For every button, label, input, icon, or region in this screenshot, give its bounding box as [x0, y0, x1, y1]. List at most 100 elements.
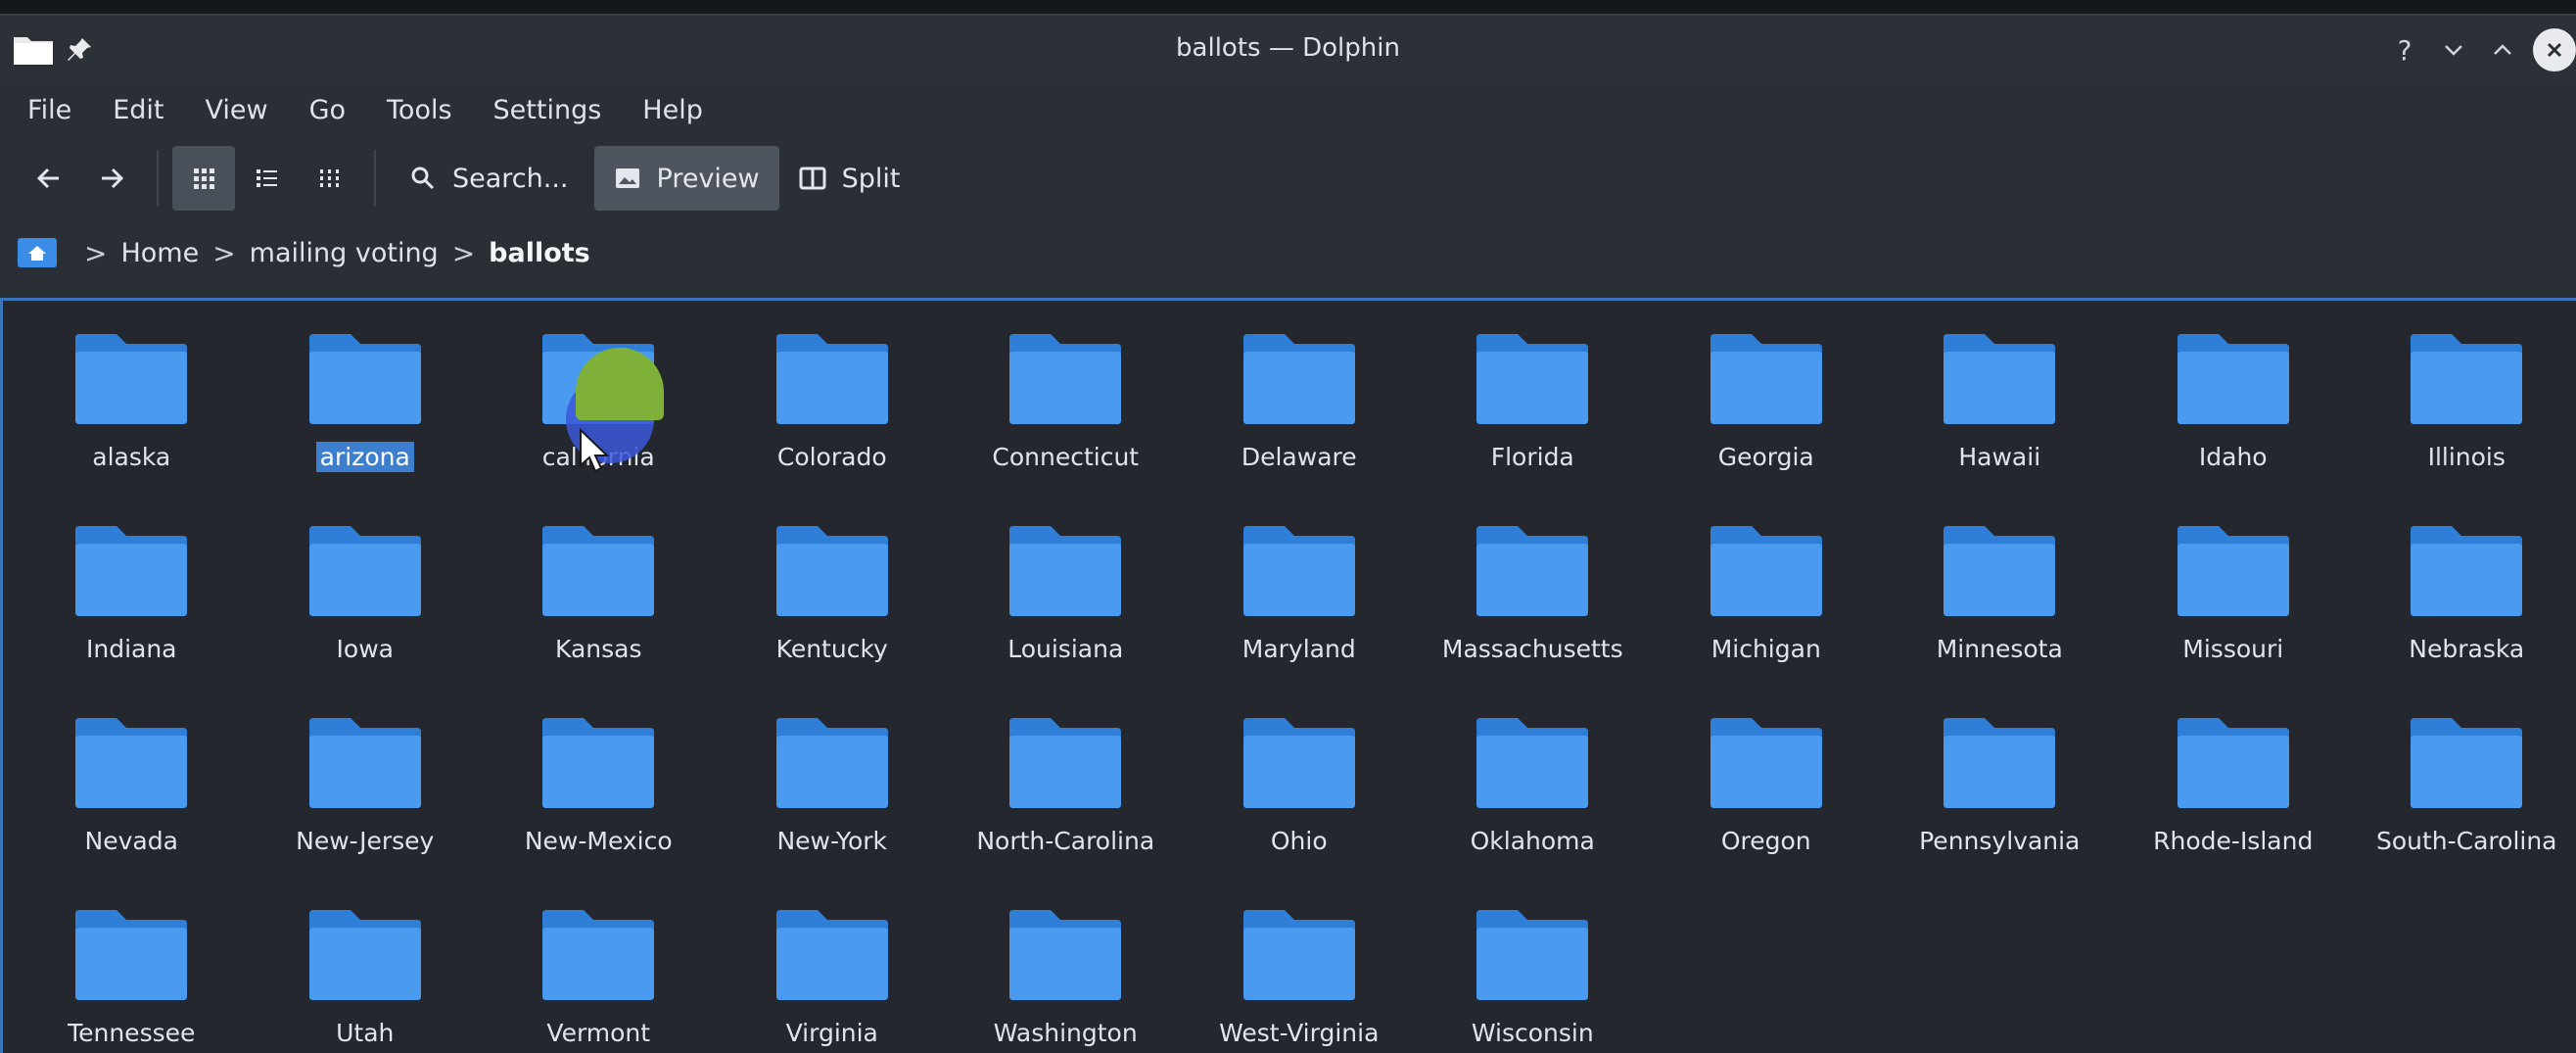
help-icon: ? — [2397, 33, 2412, 67]
folder-icon — [308, 334, 421, 424]
split-view-icon — [799, 167, 826, 190]
breadcrumb-current[interactable]: ballots — [489, 238, 590, 268]
folder-item[interactable]: Indiana — [15, 522, 249, 714]
folder-item[interactable]: Washington — [949, 906, 1183, 1053]
folder-icon — [2411, 718, 2523, 808]
folder-item[interactable]: Rhode-Island — [2117, 714, 2351, 906]
folder-icon-wrap — [1240, 522, 1359, 620]
folder-label: Kentucky — [775, 635, 888, 663]
folder-item[interactable]: Oregon — [1650, 714, 1884, 906]
folder-item[interactable]: Connecticut — [949, 330, 1183, 522]
folder-item[interactable]: New-York — [716, 714, 950, 906]
folder-item[interactable]: Massachusetts — [1416, 522, 1650, 714]
folder-label: Ohio — [1270, 827, 1328, 855]
folder-icon — [2411, 334, 2523, 424]
breadcrumb-separator: > — [451, 236, 476, 269]
folder-icon-wrap — [1940, 714, 2059, 812]
folder-icon-wrap — [773, 330, 892, 428]
folder-icon — [2411, 526, 2523, 616]
folder-icon-wrap — [71, 906, 191, 1004]
folder-icon — [2177, 526, 2289, 616]
folder-item[interactable]: Nevada — [15, 714, 249, 906]
folder-item[interactable]: Oklahoma — [1416, 714, 1650, 906]
title-bar[interactable]: ballots — Dolphin ? — [0, 16, 2576, 84]
folder-icon — [308, 526, 421, 616]
folder-icon — [1710, 526, 1822, 616]
folder-icon — [1242, 718, 1355, 808]
close-icon — [2547, 42, 2562, 58]
arrow-right-icon — [102, 168, 124, 189]
folder-label: New-Mexico — [524, 827, 673, 855]
forward-button[interactable] — [80, 146, 143, 211]
menu-view[interactable]: View — [189, 89, 283, 131]
folder-icon-wrap — [539, 522, 658, 620]
folder-item[interactable]: Virginia — [716, 906, 950, 1053]
folder-item[interactable]: Idaho — [2117, 330, 2351, 522]
folder-item[interactable]: Utah — [249, 906, 483, 1053]
menu-go[interactable]: Go — [294, 89, 361, 131]
folder-item[interactable]: New-Mexico — [482, 714, 716, 906]
folder-icon — [1944, 526, 2056, 616]
folder-item[interactable]: Louisiana — [949, 522, 1183, 714]
menu-help[interactable]: Help — [627, 89, 719, 131]
toolbar-separator — [157, 150, 159, 207]
home-icon[interactable] — [18, 238, 57, 267]
menu-settings[interactable]: Settings — [478, 89, 618, 131]
folder-item[interactable]: Missouri — [2117, 522, 2351, 714]
folder-item[interactable]: Florida — [1416, 330, 1650, 522]
folder-item[interactable]: Ohio — [1183, 714, 1417, 906]
folder-item[interactable]: Michigan — [1650, 522, 1884, 714]
breadcrumb-separator: > — [84, 236, 108, 269]
folder-icon-wrap — [305, 906, 425, 1004]
folder-item[interactable]: Illinois — [2350, 330, 2576, 522]
file-view[interactable]: alaska arizona california Colorado Connectic… — [0, 301, 2576, 1053]
help-button[interactable]: ? — [2380, 27, 2429, 72]
folder-item[interactable]: Hawaii — [1883, 330, 2117, 522]
folder-label: Michigan — [1710, 635, 1821, 663]
compact-view-button[interactable] — [298, 146, 360, 211]
split-button[interactable]: Split — [779, 146, 920, 211]
details-view-button[interactable] — [235, 146, 298, 211]
menu-file[interactable]: File — [12, 89, 87, 131]
folder-item[interactable]: South-Carolina — [2350, 714, 2576, 906]
menu-tools[interactable]: Tools — [371, 89, 468, 131]
folder-item[interactable]: North-Carolina — [949, 714, 1183, 906]
folder-item[interactable]: Pennsylvania — [1883, 714, 2117, 906]
folder-icon-wrap — [1473, 330, 1592, 428]
folder-item[interactable]: Georgia — [1650, 330, 1884, 522]
folder-item[interactable]: Wisconsin — [1416, 906, 1650, 1053]
folder-item[interactable]: arizona — [249, 330, 483, 522]
folder-item[interactable]: Delaware — [1183, 330, 1417, 522]
preview-button[interactable]: Preview — [593, 146, 779, 211]
folder-label: South-Carolina — [2375, 827, 2557, 855]
folder-item[interactable]: alaska — [15, 330, 249, 522]
folder-item[interactable]: Kentucky — [716, 522, 950, 714]
folder-item[interactable]: Minnesota — [1883, 522, 2117, 714]
toolbar-separator — [374, 150, 376, 207]
minimize-button[interactable] — [2429, 27, 2478, 72]
breadcrumb-home[interactable]: Home — [120, 238, 199, 268]
folder-label: New-Jersey — [296, 827, 435, 855]
folder-item[interactable]: West-Virginia — [1183, 906, 1417, 1053]
folder-label: Iowa — [336, 635, 394, 663]
maximize-button[interactable] — [2478, 27, 2527, 72]
folder-item[interactable]: Nebraska — [2350, 522, 2576, 714]
close-button[interactable] — [2533, 28, 2576, 72]
grid-view-icon — [194, 168, 214, 189]
folder-icon — [1476, 718, 1589, 808]
folder-item[interactable]: New-Jersey — [249, 714, 483, 906]
search-button[interactable]: Search... — [390, 146, 588, 211]
breadcrumb-mailing-voting[interactable]: mailing voting — [250, 238, 439, 268]
folder-label: Maryland — [1241, 635, 1356, 663]
icons-view-button[interactable] — [172, 146, 235, 211]
folder-label: New-York — [776, 827, 888, 855]
back-button[interactable] — [18, 146, 80, 211]
folder-item[interactable]: california — [482, 330, 716, 522]
folder-item[interactable]: Iowa — [249, 522, 483, 714]
folder-item[interactable]: Tennessee — [15, 906, 249, 1053]
folder-item[interactable]: Vermont — [482, 906, 716, 1053]
folder-item[interactable]: Colorado — [716, 330, 950, 522]
folder-item[interactable]: Kansas — [482, 522, 716, 714]
menu-edit[interactable]: Edit — [97, 89, 179, 131]
folder-item[interactable]: Maryland — [1183, 522, 1417, 714]
